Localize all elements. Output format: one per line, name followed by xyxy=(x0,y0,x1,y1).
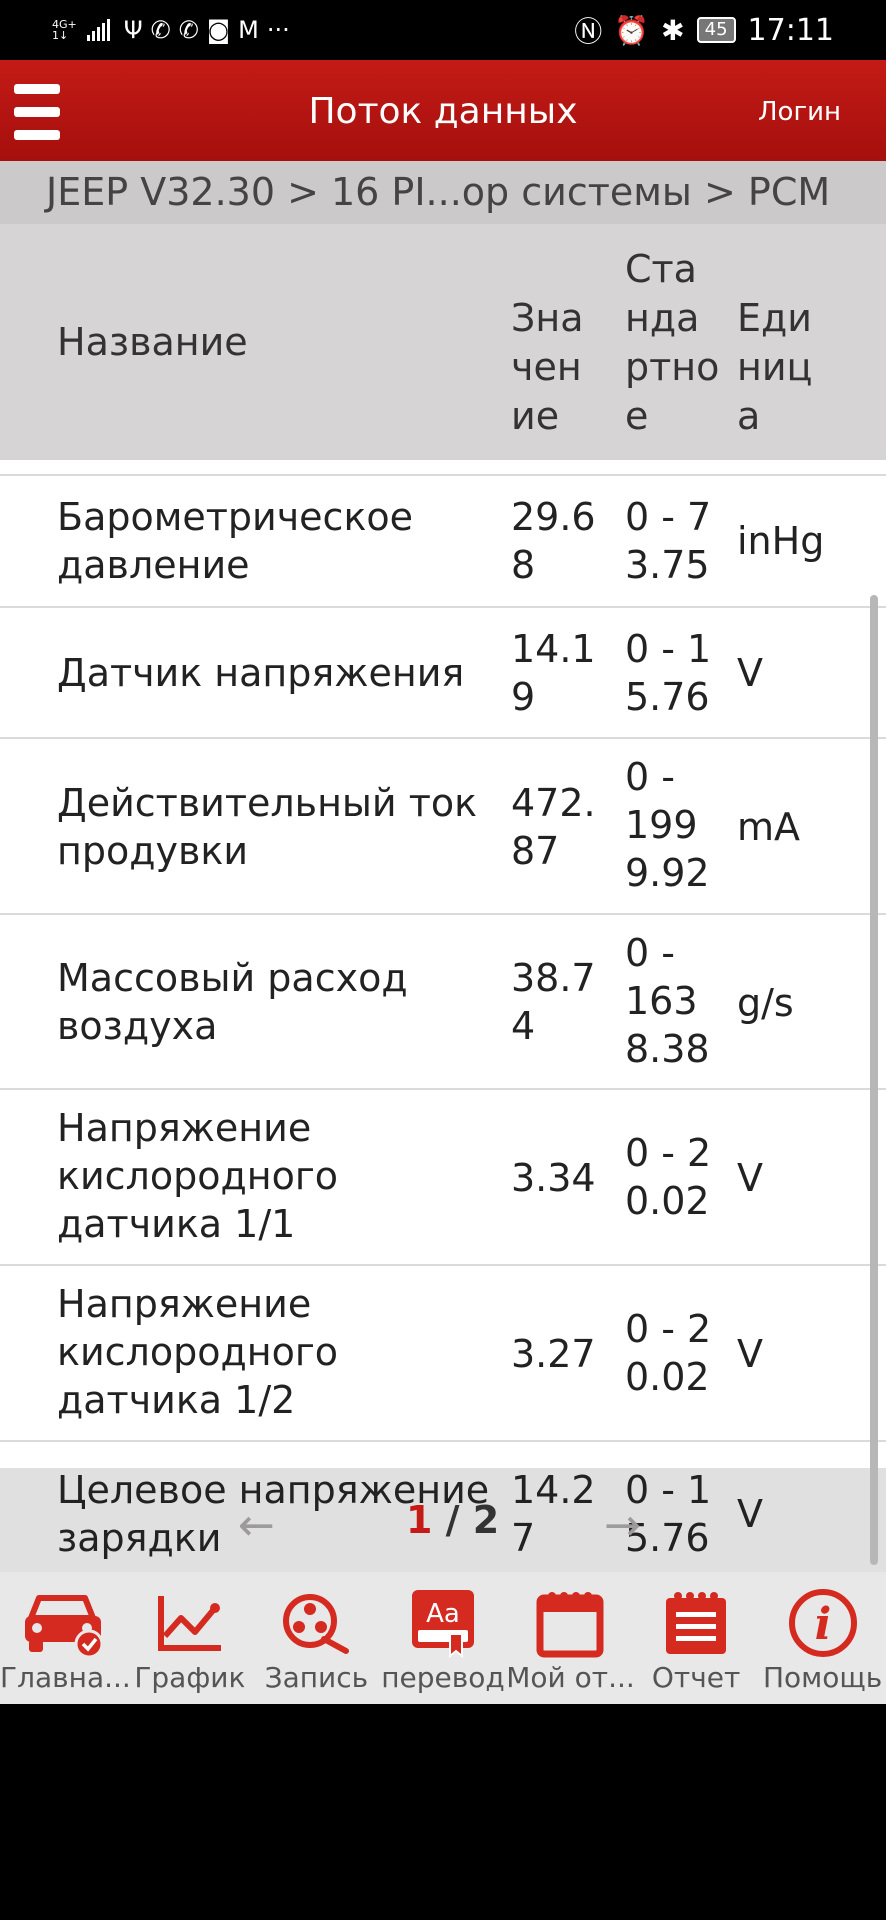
more-icon: ··· xyxy=(266,16,290,44)
usb-icon: Ψ xyxy=(123,16,143,44)
row-value: 472. 87 xyxy=(511,781,596,873)
app-header: Поток данных Логин xyxy=(0,60,886,161)
chart-icon xyxy=(127,1584,254,1662)
gmail-icon: M xyxy=(238,16,259,44)
row-unit: V xyxy=(737,651,763,695)
nav-report[interactable]: Отчет xyxy=(633,1572,760,1704)
viber-icon: ✆ xyxy=(150,16,171,44)
bottom-nav: Главна... График Запись Aa перевод Мой о… xyxy=(0,1572,886,1704)
network-activity: 1↓ xyxy=(52,29,69,42)
row-value: 3.27 xyxy=(511,1332,596,1376)
calendar-icon xyxy=(506,1584,633,1662)
nav-record[interactable]: Запись xyxy=(253,1572,380,1704)
row-name: Напряжение кислородного датчика 1/2 xyxy=(57,1282,339,1422)
table-header: Название Зна чен ие Ста нда ртно е Еди ниц а xyxy=(0,224,886,460)
scrollbar[interactable] xyxy=(870,595,878,1565)
table-row[interactable]: Действительный ток продувки 472. 87 0 -199… xyxy=(0,739,886,915)
nav-home[interactable]: Главна... xyxy=(0,1572,131,1704)
row-standard: 0 - 2 0.02 xyxy=(625,1307,712,1399)
breadcrumb: JEEP V32.30 > 16 PI...ор системы > PCM xyxy=(0,161,886,224)
bluetooth-icon: ✱ xyxy=(661,13,685,47)
table-row[interactable]: Напряжение кислородного датчика 1/2 3.27 0… xyxy=(0,1266,886,1442)
row-standard: 0 -199 9.92 xyxy=(625,755,710,895)
nav-translate[interactable]: Aa перевод xyxy=(380,1572,507,1704)
table-row[interactable]: Напряжение кислородного датчика 1/1 3.34 0… xyxy=(0,1090,886,1266)
info-icon: i xyxy=(759,1584,886,1662)
table-row[interactable]: Барометрическое давление 29.6 8 0 - 7 3.75 … xyxy=(0,476,886,608)
row-name: Действительный ток продувки xyxy=(57,781,478,873)
data-table[interactable]: Барометрическое давление 29.6 8 0 - 7 3.75 … xyxy=(0,460,886,1470)
film-reel-icon xyxy=(253,1584,380,1662)
page-indicator: 1 / 2 xyxy=(406,1498,500,1542)
row-standard: 0 - 7 3.75 xyxy=(625,495,712,587)
column-header-value: Зна чен ие xyxy=(511,296,584,438)
signal-icon xyxy=(86,19,110,41)
nav-help[interactable]: i Помощь xyxy=(759,1572,886,1704)
row-name: Массовый расход воздуха xyxy=(57,956,408,1048)
row-standard: 0 - 2 0.02 xyxy=(625,1131,712,1223)
network-indicator: 4G+ 1↓ xyxy=(52,19,77,41)
alarm-icon: ⏰ xyxy=(614,13,650,47)
nav-chart[interactable]: График xyxy=(127,1572,254,1704)
nfc-icon: Ⓝ xyxy=(574,15,603,48)
page-title: Поток данных xyxy=(308,91,578,132)
status-bar: 4G+ 1↓ Ψ ✆ ✆ ◙ M ··· Ⓝ ⏰ ✱ 45 17:11 xyxy=(0,0,886,60)
viber-icon: ✆ xyxy=(178,16,199,44)
battery-icon: 45 xyxy=(696,17,736,43)
svg-text:Aa: Aa xyxy=(426,1599,460,1629)
next-page-button[interactable]: → xyxy=(604,1500,641,1551)
row-unit: mA xyxy=(737,805,801,849)
row-unit: V xyxy=(737,1156,763,1200)
column-header-unit: Еди ниц а xyxy=(737,296,813,438)
login-button[interactable]: Логин xyxy=(758,96,841,128)
table-row[interactable]: Датчик напряжения 14.1 9 0 - 1 5.76 V xyxy=(0,608,886,739)
row-value: 14.2 7 xyxy=(511,1468,596,1560)
column-header-standard: Ста нда ртно е xyxy=(625,247,720,438)
translate-icon: Aa xyxy=(380,1584,507,1662)
empty-area xyxy=(0,1704,886,1920)
row-name: Датчик напряжения xyxy=(57,651,465,695)
prev-page-button[interactable]: ← xyxy=(238,1500,275,1551)
row-unit: V xyxy=(737,1492,763,1536)
row-value: 29.6 8 xyxy=(511,495,596,587)
table-row[interactable]: Массовый расход воздуха 38.7 4 0 -163 8.38 … xyxy=(0,915,886,1090)
instagram-icon: ◙ xyxy=(206,16,231,44)
row-value: 14.1 9 xyxy=(511,627,596,719)
svg-text:i: i xyxy=(814,1599,831,1650)
row-standard: 0 - 1 5.76 xyxy=(625,627,712,719)
report-icon xyxy=(633,1584,760,1662)
row-unit: g/s xyxy=(737,981,794,1025)
nav-my-reports[interactable]: Мой от... xyxy=(506,1572,635,1704)
car-icon xyxy=(0,1584,127,1662)
row-name: Барометрическое давление xyxy=(57,495,414,587)
row-value: 3.34 xyxy=(511,1156,596,1200)
row-value: 38.7 4 xyxy=(511,956,596,1048)
row-unit: inHg xyxy=(737,519,825,563)
row-name: Напряжение кислородного датчика 1/1 xyxy=(57,1106,339,1246)
clock: 17:11 xyxy=(747,12,834,48)
row-unit: V xyxy=(737,1332,763,1376)
row-standard: 0 -163 8.38 xyxy=(625,931,710,1071)
column-header-name: Название xyxy=(57,320,248,364)
